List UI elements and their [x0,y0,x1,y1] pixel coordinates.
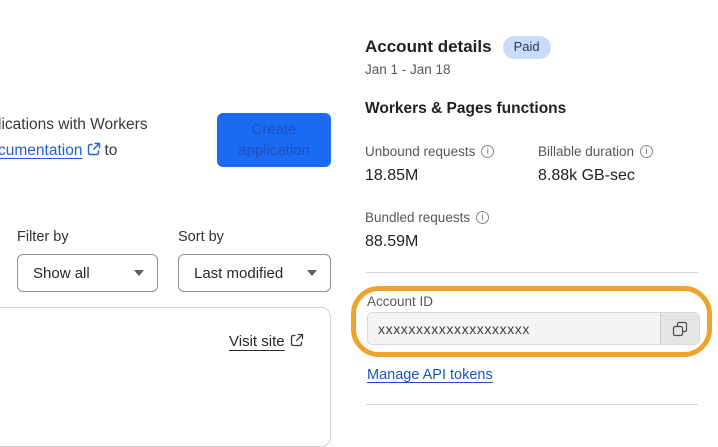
account-id-field-group [367,312,700,345]
divider [366,272,698,273]
stat-value-bundled-requests: 88.59M [365,233,419,250]
filter-dropdown[interactable]: Show all [17,254,158,292]
filter-by-label: Filter by [17,229,69,245]
panel-title: Account details [365,37,492,57]
project-card [0,307,331,447]
info-icon[interactable]: i [476,211,490,224]
sort-dropdown-value: Last modified [194,264,284,282]
visit-site-label: Visit site [229,333,285,350]
account-id-input[interactable] [368,313,660,344]
account-details-panel: Account details Paid Jan 1 - Jan 18 Work… [351,0,718,419]
intro-line-2: cumentation to [0,138,148,165]
date-range: Jan 1 - Jan 18 [365,62,451,77]
intro-line-1-text: lications with Workers [0,116,148,133]
stat-value-billable-duration: 8.88k GB-sec [538,167,635,184]
intro-text: lications with Workers cumentation to [0,112,148,165]
divider [366,404,698,405]
stat-label-text: Unbound requests [365,144,476,159]
section-title: Workers & Pages functions [365,100,567,117]
stat-label-text: Bundled requests [365,210,471,225]
stat-label-billable-duration: Billable duration i [538,144,654,159]
sort-dropdown[interactable]: Last modified [178,254,331,292]
info-icon[interactable]: i [481,145,495,158]
stat-label-unbound-requests: Unbound requests i [365,144,495,159]
documentation-link[interactable]: cumentation [0,142,82,159]
copy-icon [672,321,688,337]
visit-site-link[interactable]: Visit site [229,333,307,351]
create-application-button[interactable]: Create application [217,113,331,167]
copy-button[interactable] [660,313,699,344]
intro-line-1: lications with Workers [0,112,148,138]
chevron-down-icon [134,270,144,276]
account-details-header: Account details Paid [365,36,551,59]
filter-dropdown-value: Show all [33,264,90,282]
external-link-icon [87,139,101,165]
manage-api-tokens-link[interactable]: Manage API tokens [367,367,493,383]
sort-by-label: Sort by [178,229,224,245]
stat-value-unbound-requests: 18.85M [365,167,419,184]
info-icon[interactable]: i [640,145,654,158]
chevron-down-icon [307,270,317,276]
stat-label-bundled-requests: Bundled requests i [365,210,490,225]
stat-label-text: Billable duration [538,144,635,159]
intro-suffix-text: to [104,142,118,159]
external-link-icon [290,333,304,351]
account-id-label: Account ID [367,294,434,309]
paid-status-badge: Paid [502,36,551,59]
